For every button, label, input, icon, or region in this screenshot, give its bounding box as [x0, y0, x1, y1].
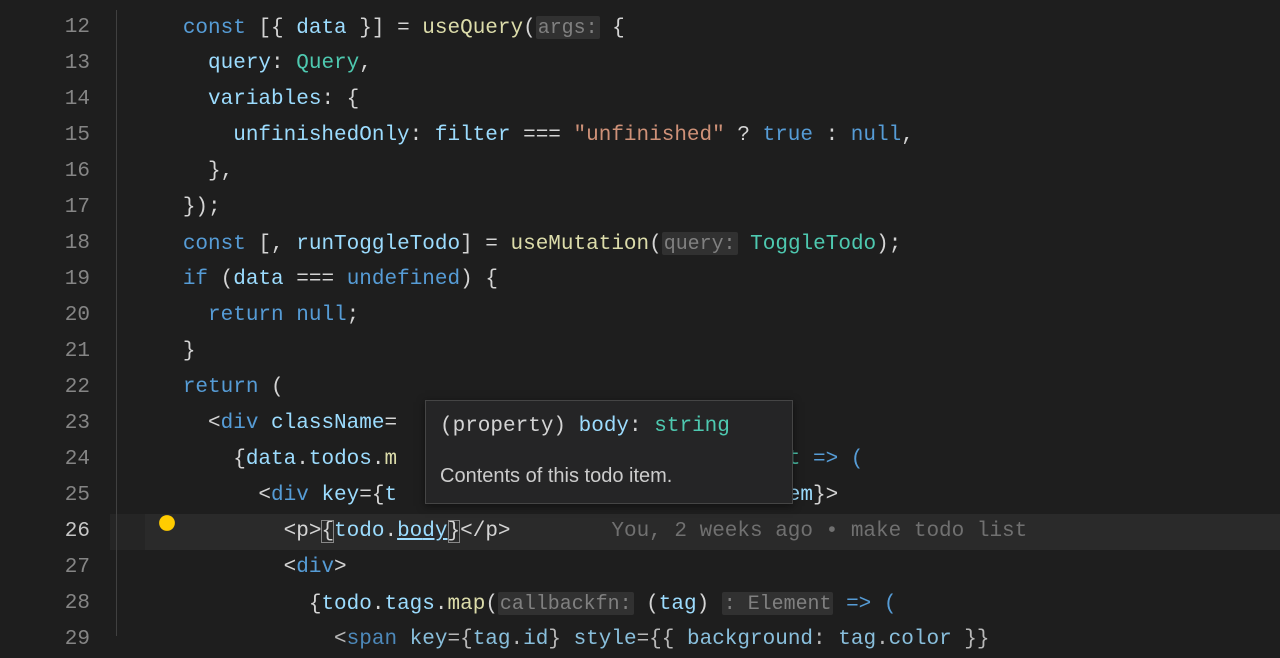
line-number: 21	[0, 334, 90, 370]
git-blame-inline: You, 2 weeks ago • make todo list	[611, 520, 1027, 543]
code-line-active[interactable]: <p>{todo.body}</p> You, 2 weeks ago • ma…	[145, 514, 1280, 550]
code-line[interactable]: <div>	[145, 550, 1280, 586]
hover-documentation: Contents of this todo item.	[440, 459, 778, 493]
code-line[interactable]: const [{ data }] = useQuery(args: {	[145, 10, 1280, 46]
code-line[interactable]: variables: {	[145, 82, 1280, 118]
line-number: 17	[0, 190, 90, 226]
line-number: 23	[0, 406, 90, 442]
code-line[interactable]: },	[145, 154, 1280, 190]
lightbulb-icon[interactable]	[158, 514, 176, 532]
inlay-hint: callbackfn:	[498, 592, 634, 615]
code-line[interactable]: }	[145, 334, 1280, 370]
code-area[interactable]: const [{ data }] = useQuery(args: { quer…	[145, 0, 1280, 636]
line-number-gutter: 12 13 14 15 16 17 18 19 20 21 22 23 24 2…	[0, 0, 110, 636]
line-number: 25	[0, 478, 90, 514]
line-number: 12	[0, 10, 90, 46]
code-editor[interactable]: 12 13 14 15 16 17 18 19 20 21 22 23 24 2…	[0, 0, 1280, 636]
inlay-hint: args:	[536, 16, 600, 39]
line-number: 19	[0, 262, 90, 298]
hover-signature: (property) body: string	[440, 409, 778, 445]
inlay-hint: query:	[662, 232, 738, 255]
code-line[interactable]: unfinishedOnly: filter === "unfinished" …	[145, 118, 1280, 154]
line-number: 16	[0, 154, 90, 190]
line-number: 27	[0, 550, 90, 586]
code-line[interactable]: if (data === undefined) {	[145, 262, 1280, 298]
code-line[interactable]: <span key={tag.id} style={{ background: …	[145, 622, 1280, 658]
line-number: 18	[0, 226, 90, 262]
code-line[interactable]: const [, runToggleTodo] = useMutation(qu…	[145, 226, 1280, 262]
line-number: 26	[0, 514, 90, 550]
line-number: 15	[0, 118, 90, 154]
line-number: 28	[0, 586, 90, 622]
line-number: 24	[0, 442, 90, 478]
code-line[interactable]: return null;	[145, 298, 1280, 334]
line-number: 20	[0, 298, 90, 334]
line-number: 29	[0, 622, 90, 658]
code-line[interactable]: {todo.tags.map(callbackfn: (tag) : Eleme…	[145, 586, 1280, 622]
line-number: 13	[0, 46, 90, 82]
hover-tooltip: (property) body: string Contents of this…	[425, 400, 793, 504]
inlay-hint: : Element	[722, 592, 834, 615]
code-line[interactable]: query: Query,	[145, 46, 1280, 82]
line-number: 22	[0, 370, 90, 406]
line-number: 14	[0, 82, 90, 118]
fold-margin	[110, 0, 145, 636]
code-line[interactable]: });	[145, 190, 1280, 226]
